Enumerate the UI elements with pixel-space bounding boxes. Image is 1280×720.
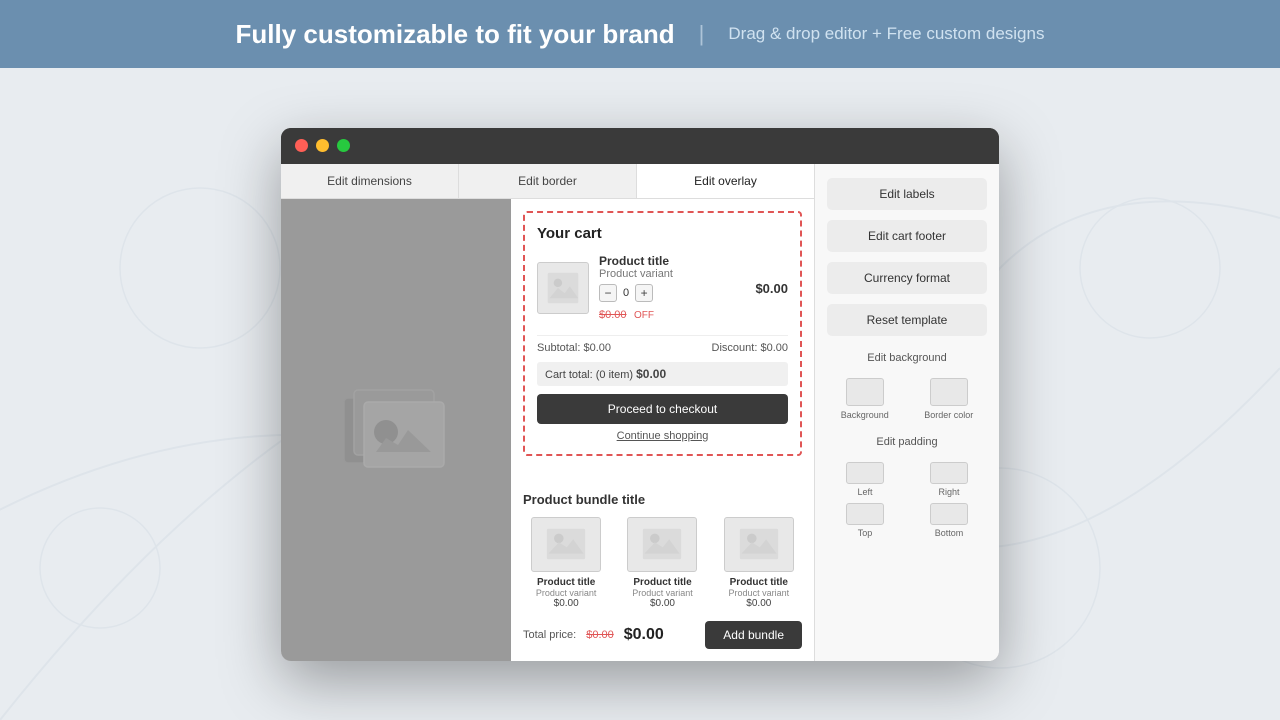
bundle-product-price-3: $0.00 [746,598,771,609]
padding-left-input[interactable] [846,462,884,484]
window-minimize-dot[interactable] [316,139,329,152]
subtotal-label: Subtotal: $0.00 [537,342,611,354]
bundle-product-image-1 [531,517,601,572]
bundle-product-variant-1: Product variant [536,588,597,598]
padding-left-label: Left [857,487,872,497]
cart-item: Product title Product variant − 0 + [537,254,788,323]
editor-content: Your cart [281,199,814,661]
bundle-product-title-3: Product title [730,577,788,588]
bundle-product-image-2 [627,517,697,572]
add-bundle-button[interactable]: Add bundle [705,621,802,649]
cart-dashed-border: Your cart [523,211,802,456]
edit-background-label: Edit background [827,352,987,364]
bundle-product-2: Product title Product variant $0.00 [619,517,705,609]
image-placeholder [316,365,476,495]
padding-right-input[interactable] [930,462,968,484]
item-variant: Product variant [599,268,745,280]
cart-area: Your cart [511,199,814,480]
padding-left-wrap: Left [846,462,884,497]
bundle-title: Product bundle title [523,492,802,507]
bundle-footer: Total price: $0.00 $0.00 Add bundle [523,621,802,649]
padding-top-label: Top [858,528,873,538]
padding-top-wrap: Top [846,503,884,538]
padding-bottom-label: Bottom [935,528,964,538]
bundle-product-variant-3: Product variant [729,588,790,598]
padding-right-wrap: Right [930,462,968,497]
reset-template-button[interactable]: Reset template [827,304,987,336]
bundle-original-price: $0.00 [586,629,614,641]
border-color-label: Border color [924,410,973,420]
border-color-swatch-wrap: Border color [924,378,973,420]
color-row: Background Border color [827,378,987,420]
banner-subtitle: Drag & drop editor + Free custom designs [728,24,1044,44]
cart-total-bar: Cart total: (0 item) $0.00 [537,362,788,386]
mac-window: Edit dimensions Edit border Edit overlay [281,128,999,661]
padding-top-input[interactable] [846,503,884,525]
padding-bottom-input[interactable] [930,503,968,525]
window-maximize-dot[interactable] [337,139,350,152]
bundle-products: Product title Product variant $0.00 [523,517,802,609]
item-original-price: $0.00 [599,309,627,321]
tab-edit-dimensions[interactable]: Edit dimensions [281,164,459,198]
padding-row-top: Left Right [827,462,987,497]
item-price-area: $0.00 [755,281,788,296]
cart-title: Your cart [537,225,788,242]
border-color-swatch[interactable] [930,378,968,406]
padding-bottom-wrap: Bottom [930,503,968,538]
item-title: Product title [599,254,745,268]
item-image [537,262,589,314]
bundle-product-price-2: $0.00 [650,598,675,609]
tab-edit-overlay[interactable]: Edit overlay [637,164,814,198]
edit-cart-footer-button[interactable]: Edit cart footer [827,220,987,252]
tab-bar: Edit dimensions Edit border Edit overlay [281,164,814,199]
item-price: $0.00 [755,281,788,296]
window-body: Edit dimensions Edit border Edit overlay [281,164,999,661]
banner-title: Fully customizable to fit your brand [236,19,675,50]
padding-right-label: Right [938,487,959,497]
background-swatch-wrap: Background [841,378,889,420]
off-badge: OFF [634,310,654,321]
window-close-dot[interactable] [295,139,308,152]
bundle-product-image-3 [724,517,794,572]
bundle-new-price: $0.00 [624,626,664,644]
bundle-product-3: Product title Product variant $0.00 [716,517,802,609]
edit-padding-label: Edit padding [827,436,987,448]
banner-divider: | [699,21,705,47]
bundle-product-price-1: $0.00 [554,598,579,609]
main-area: Edit dimensions Edit border Edit overlay [0,68,1280,720]
background-swatch[interactable] [846,378,884,406]
tab-edit-border[interactable]: Edit border [459,164,637,198]
item-details: Product title Product variant − 0 + [599,254,745,323]
currency-format-button[interactable]: Currency format [827,262,987,294]
qty-value: 0 [623,287,629,299]
background-label: Background [841,410,889,420]
bundle-section: Product bundle title [511,480,814,661]
qty-increase-btn[interactable]: + [635,284,653,302]
continue-shopping-link[interactable]: Continue shopping [537,430,788,442]
left-sidebar [281,199,511,661]
qty-decrease-btn[interactable]: − [599,284,617,302]
top-banner: Fully customizable to fit your brand | D… [0,0,1280,68]
bundle-total-label: Total price: [523,629,576,641]
editor-panel: Edit dimensions Edit border Edit overlay [281,164,814,661]
edit-labels-button[interactable]: Edit labels [827,178,987,210]
padding-row-bottom: Top Bottom [827,503,987,538]
bundle-product-variant-2: Product variant [632,588,693,598]
bundle-product-title-1: Product title [537,577,595,588]
bundle-product-1: Product title Product variant $0.00 [523,517,609,609]
bundle-product-title-2: Product title [633,577,691,588]
discount-label: Discount: $0.00 [712,342,788,354]
title-bar [281,128,999,164]
checkout-button[interactable]: Proceed to checkout [537,394,788,424]
cart-summary: Subtotal: $0.00 Discount: $0.00 [537,335,788,354]
side-panel: Edit labels Edit cart footer Currency fo… [814,164,999,661]
padding-grid: Left Right Top [827,462,987,538]
qty-control: − 0 + [599,284,745,302]
